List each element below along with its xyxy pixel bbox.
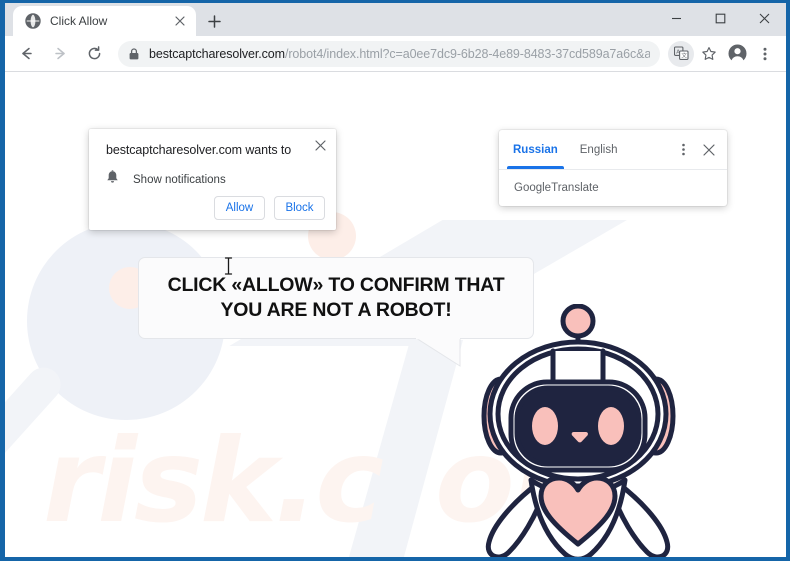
browser-window: Click Allow bestcaptcharesolver.com/robo… bbox=[0, 0, 790, 561]
permission-dialog-title: bestcaptcharesolver.com wants to bbox=[106, 143, 292, 157]
minimize-button[interactable] bbox=[654, 3, 698, 33]
notification-permission-dialog: bestcaptcharesolver.com wants to Show no… bbox=[89, 129, 336, 230]
address-bar[interactable]: bestcaptcharesolver.com/robot4/index.htm… bbox=[118, 40, 660, 67]
url-text: bestcaptcharesolver.com/robot4/index.htm… bbox=[149, 46, 650, 61]
close-icon[interactable] bbox=[698, 139, 720, 161]
maximize-button[interactable] bbox=[698, 3, 742, 33]
three-dot-menu-icon[interactable] bbox=[672, 139, 694, 161]
translate-popup: Russian English Google Translate bbox=[499, 130, 727, 206]
browser-toolbar: bestcaptcharesolver.com/robot4/index.htm… bbox=[5, 36, 786, 72]
lock-icon bbox=[127, 47, 141, 61]
translate-tab-russian[interactable]: Russian bbox=[507, 130, 564, 169]
translate-tabs: Russian English bbox=[499, 130, 727, 170]
block-button[interactable]: Block bbox=[274, 196, 325, 220]
permission-row: Show notifications bbox=[106, 170, 320, 190]
page-viewport: risk.c om CLICK «ALLOW» TO CONFIRM THAT … bbox=[5, 72, 786, 557]
star-icon[interactable] bbox=[696, 41, 722, 67]
svg-text:文: 文 bbox=[681, 52, 687, 60]
watermark-text: risk.c bbox=[43, 414, 384, 549]
translate-actions bbox=[672, 130, 720, 169]
robot-mascot bbox=[475, 303, 683, 557]
permission-label: Show notifications bbox=[133, 174, 226, 186]
window-controls bbox=[654, 3, 786, 33]
translate-product: Translate bbox=[551, 182, 599, 194]
avatar-icon[interactable] bbox=[724, 41, 750, 67]
reload-button[interactable] bbox=[80, 40, 108, 68]
browser-chrome: Click Allow bestcaptcharesolver.com/robo… bbox=[5, 3, 786, 557]
tab-close-icon[interactable] bbox=[171, 13, 188, 30]
back-button[interactable] bbox=[12, 40, 40, 68]
tab-strip: Click Allow bbox=[5, 3, 786, 36]
permission-close-icon[interactable] bbox=[312, 137, 328, 153]
translate-icon[interactable]: A 文 bbox=[668, 40, 694, 67]
close-button[interactable] bbox=[742, 3, 786, 33]
allow-button[interactable]: Allow bbox=[214, 196, 265, 220]
speech-bubble-text: CLICK «ALLOW» TO CONFIRM THAT YOU ARE NO… bbox=[167, 274, 505, 321]
tab-title: Click Allow bbox=[50, 14, 108, 28]
new-tab-button[interactable] bbox=[200, 7, 228, 35]
translate-footer: Google Translate bbox=[499, 170, 727, 206]
three-dot-menu-icon[interactable] bbox=[752, 41, 778, 67]
bell-icon bbox=[106, 170, 119, 190]
speech-bubble-tail bbox=[414, 336, 472, 373]
forward-button bbox=[46, 40, 74, 68]
globe-icon bbox=[25, 13, 41, 29]
browser-tab[interactable]: Click Allow bbox=[13, 6, 196, 36]
translate-tab-english[interactable]: English bbox=[580, 130, 618, 169]
permission-buttons: Allow Block bbox=[214, 196, 325, 220]
text-cursor bbox=[224, 257, 233, 280]
translate-brand: Google bbox=[514, 182, 552, 194]
